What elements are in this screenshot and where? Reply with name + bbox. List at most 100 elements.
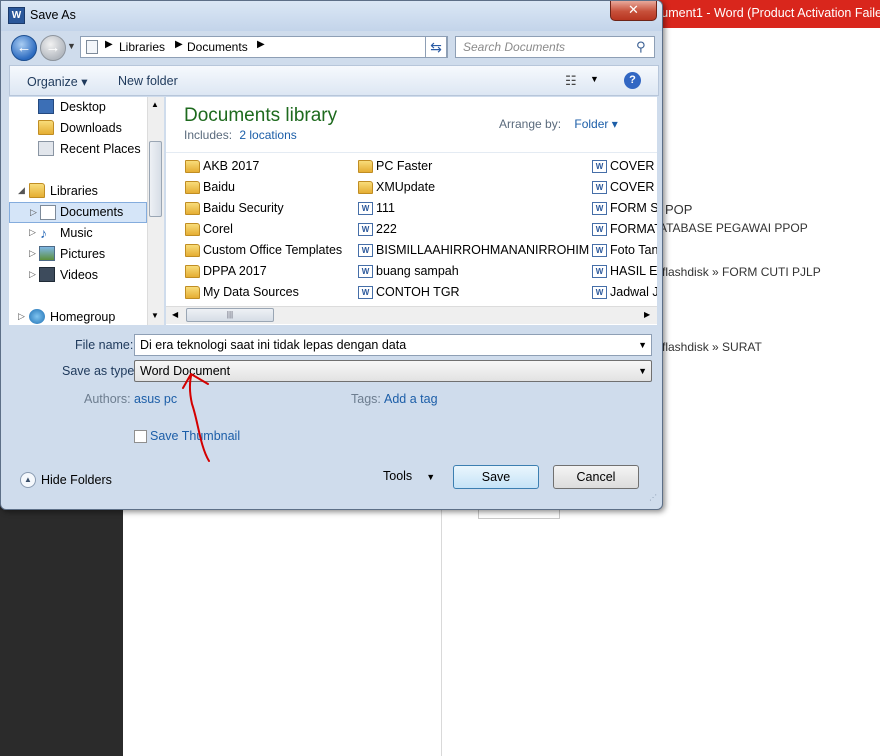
nav-item-homegroup[interactable]: ▷ Homegroup — [9, 307, 147, 325]
search-icon: ⚲ — [636, 39, 646, 54]
pictures-icon — [39, 246, 55, 261]
folder-icon — [185, 202, 200, 215]
word-doc-icon: W — [358, 265, 373, 278]
organize-button[interactable]: Organize ▾ — [27, 74, 87, 89]
word-doc-icon: W — [592, 265, 607, 278]
nav-item-pictures[interactable]: ▷ Pictures — [9, 244, 147, 265]
command-toolbar: Organize ▾ New folder ☷ ▼ ? — [9, 65, 659, 96]
documents-icon — [40, 205, 56, 220]
hide-folders-button[interactable]: Hide Folders — [41, 473, 112, 487]
resize-grip-icon[interactable]: ⋰ — [649, 493, 657, 502]
arrow-left-icon: ← — [16, 39, 32, 56]
background-text: ATABASE PEGAWAI PPOP — [659, 221, 808, 235]
library-includes: Includes: 2 locations — [184, 128, 297, 142]
nav-item-recent-places[interactable]: Recent Places — [9, 139, 147, 160]
word-doc-icon: W — [358, 244, 373, 257]
collapsed-triangle-icon: ▷ — [29, 227, 36, 237]
folder-icon — [185, 223, 200, 236]
scroll-down-icon[interactable]: ▼ — [151, 311, 159, 320]
music-icon: ♪ — [40, 225, 47, 241]
word-doc-icon: W — [592, 181, 607, 194]
tags-label: Tags: — [351, 392, 381, 406]
add-tag-link[interactable]: Add a tag — [384, 392, 438, 406]
word-doc-icon: W — [358, 286, 373, 299]
nav-item-videos[interactable]: ▷ Videos — [9, 265, 147, 286]
word-icon: W — [8, 7, 25, 24]
word-doc-icon: W — [592, 223, 607, 236]
folder-icon — [358, 160, 373, 173]
navigation-pane: Desktop Downloads Recent Places ◢ Librar… — [9, 97, 164, 325]
breadcrumb-libraries[interactable]: Libraries — [119, 40, 165, 54]
locations-link[interactable]: 2 locations — [239, 128, 296, 142]
chevron-down-icon: ▼ — [638, 366, 647, 376]
file-name-value: Di era teknologi saat ini tidak lepas de… — [140, 338, 407, 352]
desktop-icon — [38, 99, 54, 114]
back-button[interactable]: ← — [11, 35, 37, 61]
nav-item-libraries[interactable]: ◢ Libraries — [9, 181, 147, 202]
cancel-button[interactable]: Cancel — [553, 465, 639, 489]
folder-icon — [185, 160, 200, 173]
library-title: Documents library — [184, 105, 338, 126]
recent-places-icon — [38, 141, 54, 156]
file-list-pane: Documents library Includes: 2 locations … — [166, 97, 657, 325]
libraries-icon — [29, 183, 45, 198]
library-icon — [86, 40, 98, 54]
address-bar[interactable]: ▶ Libraries ▶ Documents ▶ ▼ — [80, 36, 496, 58]
divider — [166, 152, 657, 153]
folder-icon — [185, 181, 200, 194]
file-name-label: File name: — [75, 338, 134, 352]
nav-item-documents[interactable]: ▷ Documents — [9, 202, 147, 223]
dialog-titlebar: W Save As ✕ — [1, 1, 662, 31]
chevron-right-icon: ▶ — [105, 39, 113, 50]
scroll-right-icon[interactable]: ▶ — [644, 310, 650, 319]
new-folder-button[interactable]: New folder — [118, 74, 178, 88]
homegroup-icon — [29, 309, 45, 324]
close-button[interactable]: ✕ — [610, 1, 657, 21]
collapsed-triangle-icon: ▷ — [30, 207, 37, 217]
arrange-dropdown[interactable]: Folder ▾ — [574, 117, 617, 131]
nav-scroll-thumb[interactable] — [149, 141, 162, 217]
nav-item-downloads[interactable]: Downloads — [9, 118, 147, 139]
view-options-icon[interactable]: ☷ — [565, 73, 577, 89]
horizontal-scroll-thumb[interactable]: ||| — [186, 308, 274, 322]
arrow-right-icon: → — [45, 39, 61, 56]
word-doc-icon: W — [592, 244, 607, 257]
recent-pages-dropdown[interactable]: ▼ — [67, 41, 76, 51]
scroll-up-icon[interactable]: ▲ — [151, 100, 159, 109]
search-input[interactable]: Search Documents ⚲ — [455, 36, 655, 58]
scroll-left-icon[interactable]: ◀ — [172, 310, 178, 319]
dialog-title: Save As — [30, 8, 76, 22]
nav-item-desktop[interactable]: Desktop — [9, 97, 147, 118]
annotation-arrow — [182, 373, 210, 462]
chevron-up-icon[interactable]: ▲ — [20, 472, 36, 488]
save-thumbnail-checkbox[interactable] — [134, 430, 147, 443]
videos-icon — [39, 267, 55, 282]
save-type-label: Save as type: — [62, 364, 138, 378]
help-button[interactable]: ? — [624, 72, 641, 89]
background-text: flashdisk » SURAT — [662, 340, 762, 354]
breadcrumb-documents[interactable]: Documents — [187, 40, 248, 54]
chevron-right-icon: ▶ — [257, 39, 265, 50]
refresh-button[interactable]: ⇆ — [425, 36, 447, 58]
background-text: POP — [665, 202, 693, 217]
background-text: flashdisk » FORM CUTI PJLP — [662, 265, 821, 279]
collapsed-triangle-icon: ▷ — [29, 248, 36, 258]
arrange-by: Arrange by: Folder ▾ — [499, 117, 618, 131]
authors-value[interactable]: asus pc — [134, 392, 177, 406]
word-doc-icon: W — [358, 223, 373, 236]
authors-label: Authors: — [84, 392, 131, 406]
tools-button[interactable]: Tools ▼ — [383, 469, 435, 483]
word-doc-icon: W — [358, 202, 373, 215]
view-dropdown[interactable]: ▼ — [590, 74, 599, 84]
nav-item-music[interactable]: ▷ ♪ Music — [9, 223, 147, 244]
includes-label: Includes: — [184, 128, 233, 142]
data-sources-folder-icon — [185, 286, 200, 299]
background-window-title: cument1 - Word (Product Activation Faile — [655, 6, 880, 20]
file-name-input[interactable]: Di era teknologi saat ini tidak lepas de… — [134, 334, 652, 356]
save-button[interactable]: Save — [453, 465, 539, 489]
arrange-label: Arrange by: — [499, 117, 562, 131]
collapsed-triangle-icon: ▷ — [18, 311, 25, 321]
forward-button[interactable]: → — [40, 35, 66, 61]
chevron-down-icon[interactable]: ▼ — [638, 340, 647, 350]
save-as-dialog: W Save As ✕ ← → ▼ ▶ Libraries ▶ Document… — [0, 0, 663, 510]
